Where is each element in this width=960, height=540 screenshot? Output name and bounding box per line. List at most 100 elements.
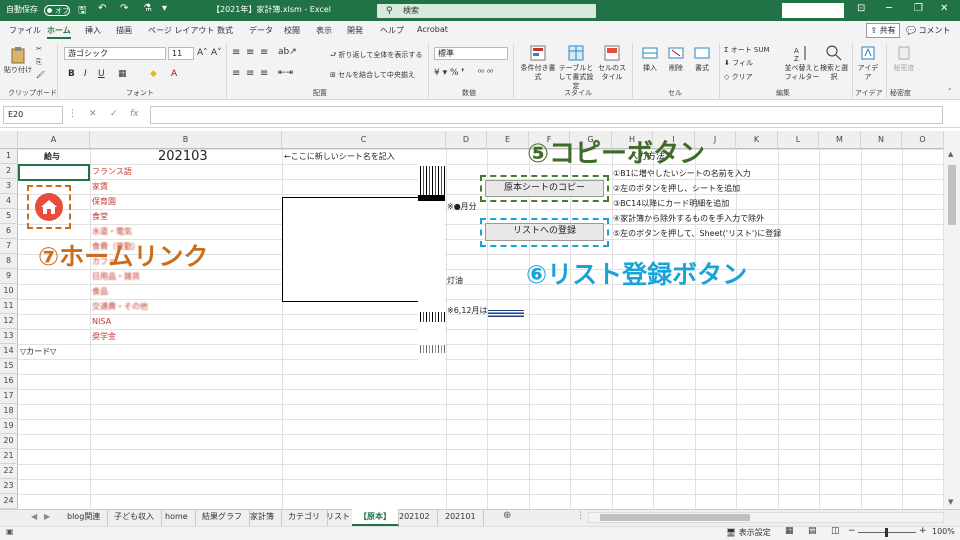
italic-icon[interactable]: I	[84, 69, 87, 79]
page-layout-view-icon[interactable]: ▤	[808, 526, 817, 536]
row-header[interactable]: 11	[0, 299, 18, 314]
orientation-icon[interactable]: ab↗	[278, 47, 297, 57]
border-icon[interactable]: ▦	[118, 69, 127, 79]
delete-cells-button[interactable]: 削除	[664, 44, 688, 73]
conditional-format-button[interactable]: 条件付き書式	[520, 44, 556, 82]
row-header[interactable]: 3	[0, 179, 18, 194]
macro-record-icon[interactable]: ▣	[6, 527, 14, 536]
col-header-l[interactable]: L	[778, 131, 819, 149]
cell-b2[interactable]: フランス語	[92, 165, 132, 179]
cell-d11[interactable]: ※6,12月は	[447, 304, 488, 318]
row-header[interactable]: 7	[0, 239, 18, 254]
cancel-icon[interactable]: ✕	[89, 109, 97, 119]
tab-review[interactable]: 校閲	[284, 25, 300, 36]
display-settings-button[interactable]: 🖥 表示設定	[726, 527, 771, 538]
search-box[interactable]: ⚲ 検索	[377, 4, 596, 18]
align-right-icon[interactable]: ≡	[260, 68, 268, 79]
cell-b12[interactable]: NISA	[92, 315, 111, 329]
tab-help[interactable]: ヘルプ	[380, 25, 404, 36]
account-area[interactable]	[782, 3, 844, 18]
currency-icon[interactable]: ¥ ▾ % ❜	[434, 68, 464, 78]
clear-button[interactable]: ◇ クリア	[724, 72, 753, 82]
row-header[interactable]: 18	[0, 404, 18, 419]
row-header[interactable]: 2	[0, 164, 18, 179]
zoom-in-icon[interactable]: +	[919, 526, 927, 536]
col-header-k[interactable]: K	[736, 131, 778, 149]
autosum-button[interactable]: Σ オート SUM	[724, 45, 770, 55]
quick-access-icon[interactable]: ⚗	[143, 3, 152, 14]
align-center-icon[interactable]: ≡	[246, 68, 254, 79]
col-header-m[interactable]: M	[819, 131, 861, 149]
col-header-a[interactable]: A	[18, 131, 90, 149]
zoom-slider-handle[interactable]	[885, 528, 888, 537]
cell-d4[interactable]: ※●月分	[447, 200, 477, 214]
undo-icon[interactable]: ↶	[98, 3, 106, 14]
more-tabs-icon[interactable]: ⋮	[576, 511, 585, 521]
horizontal-scroll-thumb[interactable]	[600, 514, 750, 521]
grow-font-icon[interactable]: A˄	[197, 48, 208, 58]
tab-file[interactable]: ファイル	[9, 25, 41, 36]
tab-scroll-left-icon[interactable]: ◀	[31, 512, 37, 521]
row-header[interactable]: 9	[0, 269, 18, 284]
sheet-tab[interactable]: 家計簿	[243, 509, 282, 526]
selected-cell-a2[interactable]	[18, 164, 90, 181]
row-header[interactable]: 19	[0, 419, 18, 434]
row-header[interactable]: 17	[0, 389, 18, 404]
comment-button[interactable]: 💬 コメント	[906, 25, 951, 36]
vertical-scroll-thumb[interactable]	[948, 165, 956, 225]
select-all-corner[interactable]	[0, 131, 18, 149]
row-header[interactable]: 6	[0, 224, 18, 239]
row-header[interactable]: 23	[0, 479, 18, 494]
shrink-font-icon[interactable]: A˅	[211, 48, 222, 58]
row-header[interactable]: 8	[0, 254, 18, 269]
row-header[interactable]: 21	[0, 449, 18, 464]
col-header-c[interactable]: C	[282, 131, 446, 149]
sheet-tab[interactable]: home	[158, 509, 196, 526]
cell-d9[interactable]: 灯油	[447, 274, 463, 288]
align-left-icon[interactable]: ≡	[232, 68, 240, 79]
zoom-out-icon[interactable]: −	[848, 526, 856, 536]
format-cells-button[interactable]: 書式	[690, 44, 714, 73]
tab-page-layout[interactable]: ページ レイアウト	[148, 25, 214, 36]
wrap-text-button[interactable]: ⮐ 折り返して全体を表示する	[330, 50, 422, 62]
col-header-e[interactable]: E	[487, 131, 529, 149]
sheet-tab[interactable]: 子ども収入	[107, 509, 162, 526]
align-bottom-icon[interactable]: ≡	[260, 47, 268, 58]
sheet-tab[interactable]: 202101	[438, 509, 484, 526]
normal-view-icon[interactable]: ▦	[785, 526, 794, 536]
copy-sheet-button[interactable]: 原本シートのコピー	[485, 180, 604, 197]
row-header[interactable]: 20	[0, 434, 18, 449]
cell-b4[interactable]: 保育園	[92, 195, 116, 209]
tab-scroll-right-icon[interactable]: ▶	[44, 512, 50, 521]
save-icon[interactable]: 🖫	[78, 3, 87, 20]
row-header[interactable]: 12	[0, 314, 18, 329]
scroll-up-icon[interactable]: ▲	[948, 150, 953, 158]
col-header-n[interactable]: N	[861, 131, 902, 149]
font-size-select[interactable]: 11	[168, 47, 194, 60]
row-header[interactable]: 1	[0, 149, 18, 164]
tab-draw[interactable]: 描画	[116, 25, 132, 36]
collapse-ribbon-icon[interactable]: ˄	[948, 88, 952, 96]
sort-filter-button[interactable]: AZ 並べ替えとフィルター	[783, 44, 821, 82]
decimal-icon[interactable]: ⁰⁰ ⁰⁰	[478, 68, 493, 77]
tab-formulas[interactable]: 数式	[217, 25, 233, 36]
cell-b5[interactable]: 食堂	[92, 210, 108, 224]
align-middle-icon[interactable]: ≡	[246, 47, 254, 58]
zoom-level[interactable]: 100%	[932, 527, 955, 536]
cell-b11[interactable]: 交通費・その他	[92, 300, 148, 314]
paste-button[interactable]: 貼り付け	[4, 46, 32, 75]
cut-icon[interactable]: ✂	[36, 45, 42, 53]
font-color-icon[interactable]: A	[171, 69, 177, 79]
formula-input[interactable]	[150, 106, 943, 124]
align-top-icon[interactable]: ≡	[232, 47, 240, 58]
sheet-tab[interactable]: 202102	[392, 509, 438, 526]
function-icon[interactable]: fx	[130, 109, 139, 119]
row-header[interactable]: 22	[0, 464, 18, 479]
cell-b3[interactable]: 家賃	[92, 180, 108, 194]
plus-circle-icon[interactable]: ⊕	[503, 510, 511, 521]
register-list-button[interactable]: リストへの登録	[485, 223, 604, 241]
restore-icon[interactable]: ❐	[914, 3, 923, 14]
number-format-select[interactable]: 標準	[434, 47, 508, 60]
row-header[interactable]: 13	[0, 329, 18, 344]
enter-icon[interactable]: ✓	[110, 109, 118, 119]
